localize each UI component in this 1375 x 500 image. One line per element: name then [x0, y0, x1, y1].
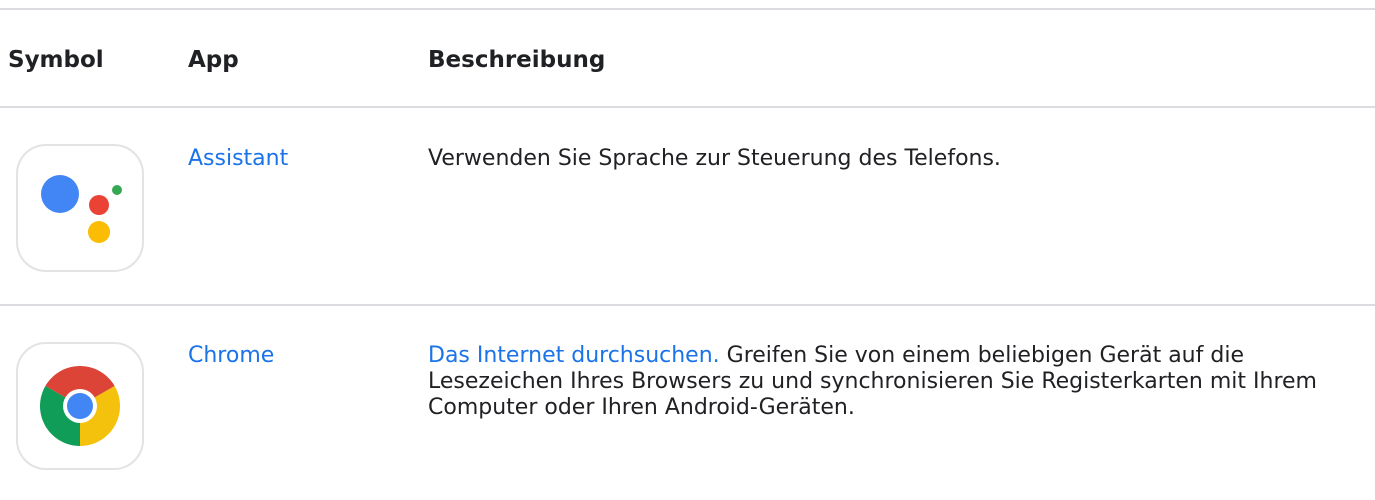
- row-divider: [0, 304, 1375, 306]
- chrome-icon: [16, 342, 144, 470]
- app-link-chrome[interactable]: Chrome: [188, 341, 274, 371]
- app-link-assistant[interactable]: Assistant: [188, 144, 288, 174]
- google-assistant-icon-graphic: [41, 175, 122, 243]
- header-divider: [0, 106, 1375, 108]
- description-text: Verwenden Sie Sprache zur Steuerung des …: [428, 146, 1001, 171]
- column-header-description: Beschreibung: [428, 47, 606, 73]
- browse-internet-link[interactable]: Das Internet durchsuchen.: [428, 343, 720, 368]
- column-header-symbol: Symbol: [8, 47, 104, 73]
- description-assistant: Verwenden Sie Sprache zur Steuerung des …: [428, 146, 1368, 172]
- chrome-icon-graphic: [40, 366, 120, 446]
- description-chrome: Das Internet durchsuchen. Greifen Sie vo…: [428, 343, 1368, 421]
- table-top-border: [0, 8, 1375, 10]
- google-assistant-icon: [16, 144, 144, 272]
- column-header-app: App: [188, 47, 239, 73]
